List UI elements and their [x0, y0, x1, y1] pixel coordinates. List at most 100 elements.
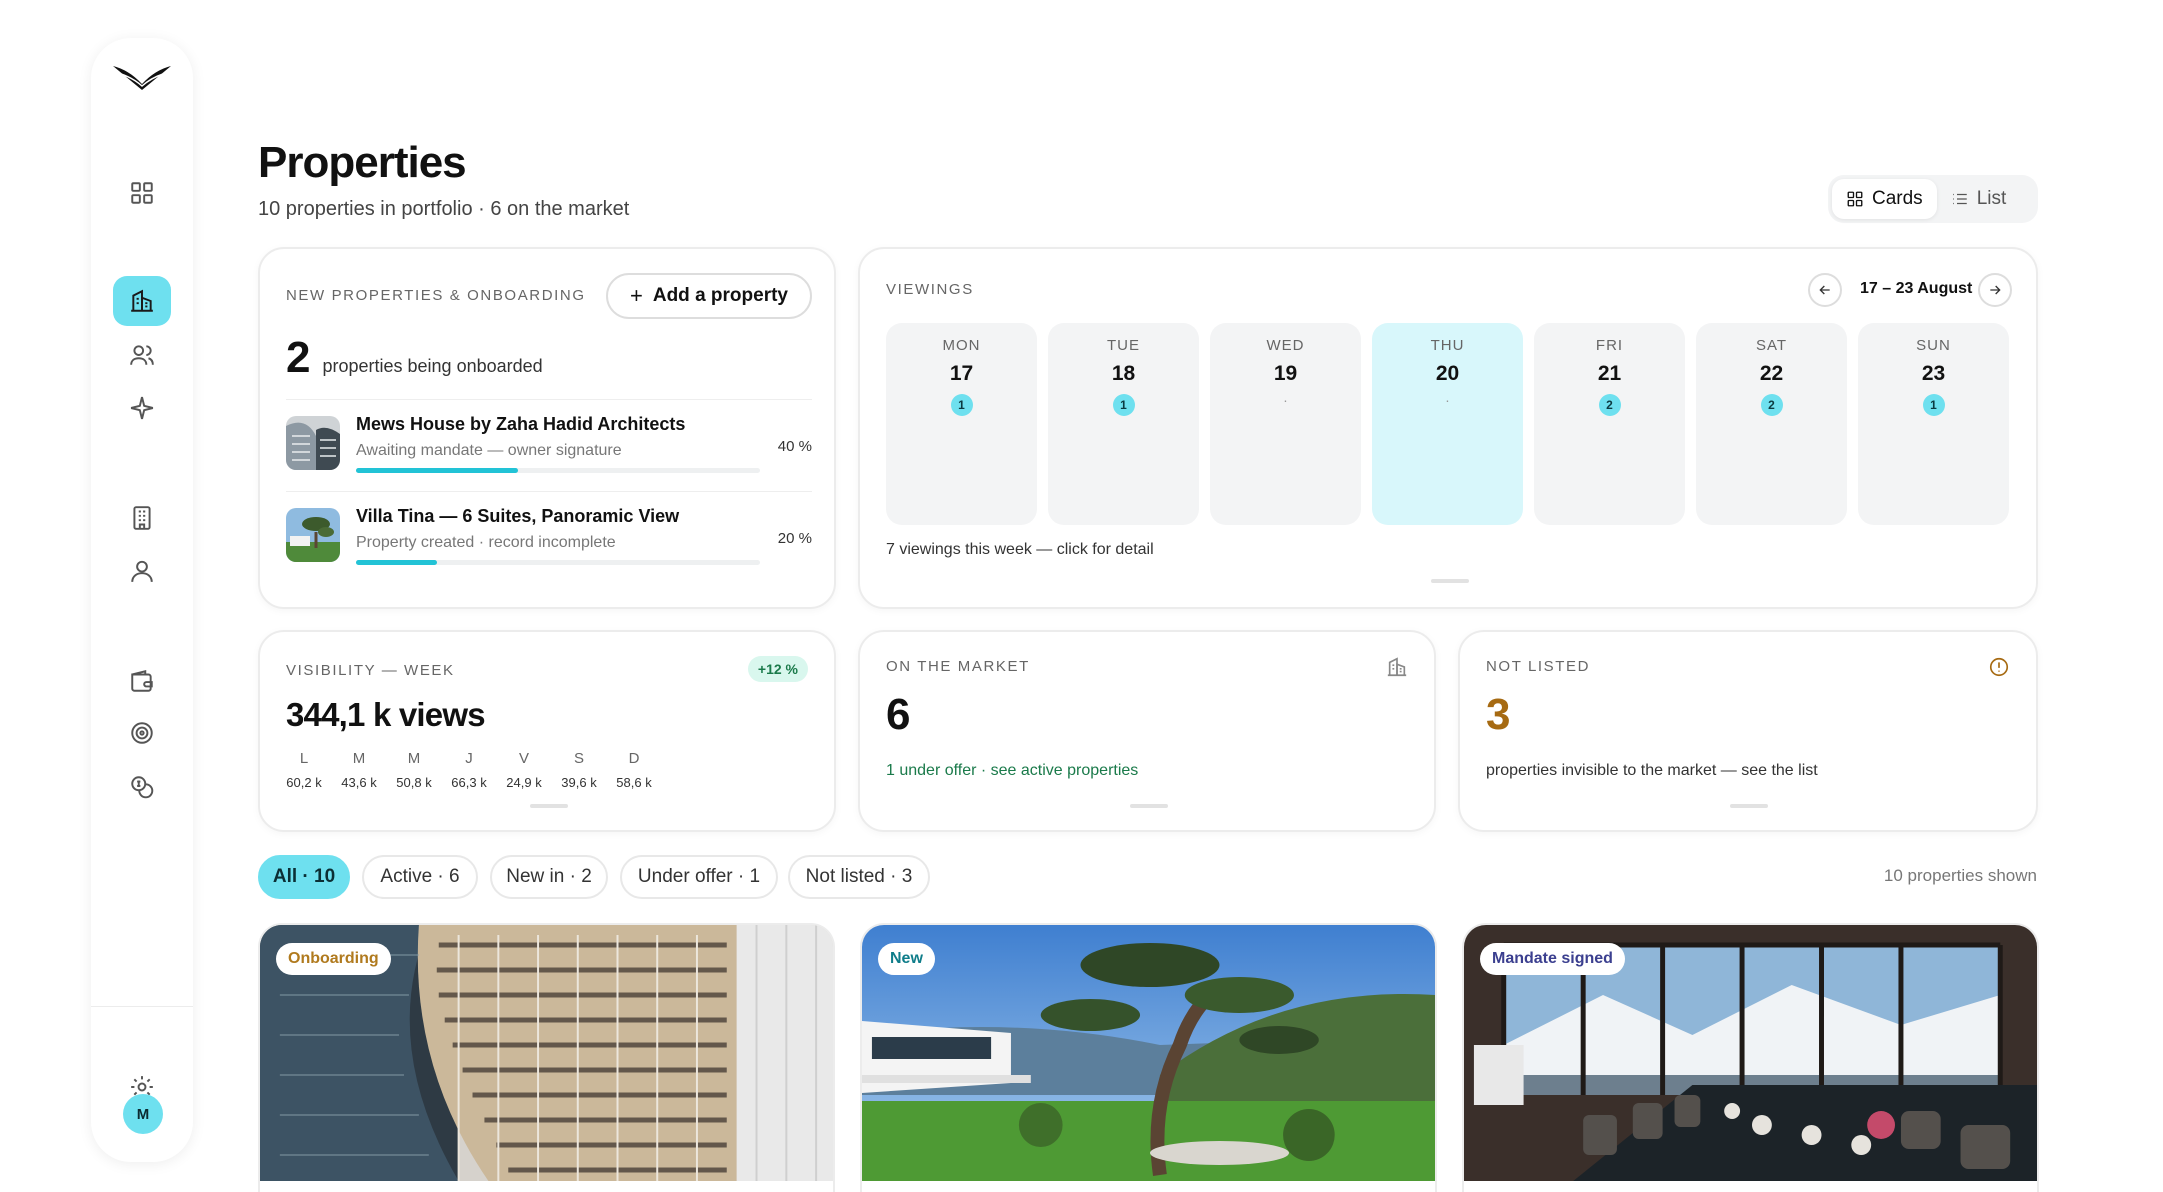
visibility-day-value: 50,8 k: [396, 775, 432, 790]
property-card[interactable]: New: [860, 923, 1437, 1192]
visibility-day: M 43,6 k: [329, 750, 389, 790]
viewing-count-badge: 2: [1598, 394, 1621, 416]
not-listed-label: NOT LISTED: [1486, 658, 1591, 675]
viewings-footer[interactable]: 7 viewings this week — click for detail: [886, 541, 1154, 559]
onboarding-item-status: Property created · record incomplete: [356, 534, 616, 551]
list-view-label: List: [1976, 188, 2007, 209]
day-name: WED: [1266, 337, 1305, 354]
filter-active[interactable]: Active · 6: [362, 855, 478, 899]
day-column-tue[interactable]: TUE 18 1: [1048, 323, 1199, 525]
sidebar-item-dashboard[interactable]: [113, 168, 171, 218]
status-badge: New: [878, 943, 935, 975]
on-market-link[interactable]: 1 under offer · see active properties: [886, 762, 1138, 780]
day-column-sat[interactable]: SAT 22 2: [1696, 323, 1847, 525]
visibility-day-letter: V: [518, 750, 529, 767]
day-name: SAT: [1755, 337, 1788, 354]
onboarding-label: NEW PROPERTIES & ONBOARDING: [286, 287, 586, 304]
week-range: 17 – 23 August: [1860, 280, 1973, 297]
visibility-day: S 39,6 k: [549, 750, 609, 790]
day-number: 19: [1273, 362, 1298, 385]
day-column-mon[interactable]: MON 17 1: [886, 323, 1037, 525]
arrow-right-icon: [1990, 285, 2001, 295]
visibility-day-letter: D: [628, 750, 640, 767]
day-column-sun[interactable]: SUN 23 1: [1858, 323, 2009, 525]
day-number: 21: [1597, 362, 1622, 385]
coins-icon: [131, 776, 154, 799]
avatar[interactable]: M: [123, 1094, 163, 1134]
visibility-label: VISIBILITY — WEEK: [286, 662, 455, 679]
visibility-day-value: 24,9 k: [506, 775, 542, 790]
visibility-day-value: 66,3 k: [451, 775, 487, 790]
arrow-left-icon: [1819, 285, 1830, 295]
onboarding-progress-bar: [356, 560, 760, 565]
visibility-views: 344,1 k views: [286, 696, 486, 733]
onboarding-count-text: properties being onboarded: [322, 356, 543, 376]
visibility-day: V 24,9 k: [494, 750, 554, 790]
onboarding-item[interactable]: Villa Tina — 6 Suites, Panoramic View Pr…: [286, 491, 812, 567]
view-toggle: Cards List: [1828, 175, 2038, 223]
property-card[interactable]: Onboarding: [258, 923, 835, 1192]
viewing-count-badge: 1: [1112, 394, 1135, 416]
sparkle-icon: [130, 396, 154, 420]
not-listed-card[interactable]: NOT LISTED 3 properties invisible to the…: [1458, 630, 2038, 832]
property-card[interactable]: Mandate signed: [1462, 923, 2039, 1192]
on-market-card[interactable]: ON THE MARKET 6 1 under offer · see acti…: [858, 630, 1436, 832]
no-viewings-marker: ·: [1283, 392, 1288, 408]
visibility-day: L 60,2 k: [274, 750, 334, 790]
property-thumbnail: [286, 508, 340, 562]
sidebar-item-buildings[interactable]: [113, 493, 171, 543]
filter-not-listed[interactable]: Not listed · 3: [788, 855, 930, 899]
viewing-count-badge: 2: [1760, 394, 1783, 416]
filter-new-in[interactable]: New in · 2: [490, 855, 608, 899]
visibility-day-value: 60,2 k: [286, 775, 322, 790]
sidebar-item-properties[interactable]: [113, 276, 171, 326]
filter-all[interactable]: All · 10: [258, 855, 350, 899]
onboarding-item[interactable]: Mews House by Zaha Hadid Architects Awai…: [286, 399, 812, 475]
not-listed-value: 3: [1486, 690, 1511, 739]
viewings-label: VIEWINGS: [886, 281, 974, 298]
page-title: Properties: [258, 138, 467, 187]
sidebar-item-contacts[interactable]: [113, 330, 171, 380]
brand-logo-icon[interactable]: [109, 56, 175, 96]
visibility-day: D 58,6 k: [604, 750, 664, 790]
prev-week-button[interactable]: [1808, 273, 1842, 307]
target-icon: [131, 722, 153, 744]
add-property-label: Add a property: [652, 285, 788, 306]
cards-view-label: Cards: [1872, 188, 1923, 209]
day-column-wed[interactable]: WED 19 ·: [1210, 323, 1361, 525]
building-icon: [1386, 656, 1408, 678]
building-icon: [131, 289, 153, 312]
office-icon: [133, 506, 151, 530]
visibility-day-letter: J: [465, 750, 473, 767]
grid-icon: [1847, 191, 1863, 207]
scroll-indicator: [1730, 804, 1768, 808]
day-name: TUE: [1107, 337, 1140, 354]
onboarding-item-name: Villa Tina — 6 Suites, Panoramic View: [356, 506, 680, 526]
onboarding-card: NEW PROPERTIES & ONBOARDING + Add a prop…: [258, 247, 836, 609]
next-week-button[interactable]: [1978, 273, 2012, 307]
onboarding-item-name: Mews House by Zaha Hadid Architects: [356, 414, 686, 434]
cards-view-button[interactable]: Cards: [1832, 179, 1937, 219]
day-column-thu[interactable]: THU 20 ·: [1372, 323, 1523, 525]
day-name: SUN: [1916, 337, 1951, 354]
day-column-fri[interactable]: FRI 21 2: [1534, 323, 1685, 525]
wallet-icon: [131, 670, 153, 692]
not-listed-link[interactable]: properties invisible to the market — see…: [1486, 762, 1818, 780]
users-icon: [130, 345, 154, 365]
filter-under-offer[interactable]: Under offer · 1: [620, 855, 778, 899]
sidebar-item-ai[interactable]: [113, 383, 171, 433]
day-number: 18: [1111, 362, 1136, 385]
sidebar-item-wallet[interactable]: [113, 656, 171, 706]
visibility-day-letter: M: [407, 750, 421, 767]
alert-circle-icon: [1988, 656, 2010, 678]
sidebar-divider: [91, 1006, 193, 1007]
onboarding-count: 2 properties being onboarded: [286, 333, 543, 383]
add-property-button[interactable]: + Add a property: [606, 273, 812, 319]
on-market-label: ON THE MARKET: [886, 658, 1030, 675]
no-viewings-marker: ·: [1445, 392, 1450, 408]
visibility-day: J 66,3 k: [439, 750, 499, 790]
sidebar-item-targets[interactable]: [113, 708, 171, 758]
sidebar-item-finance[interactable]: [113, 762, 171, 812]
list-view-button[interactable]: List: [1937, 179, 2021, 219]
sidebar-item-owners[interactable]: [113, 546, 171, 596]
